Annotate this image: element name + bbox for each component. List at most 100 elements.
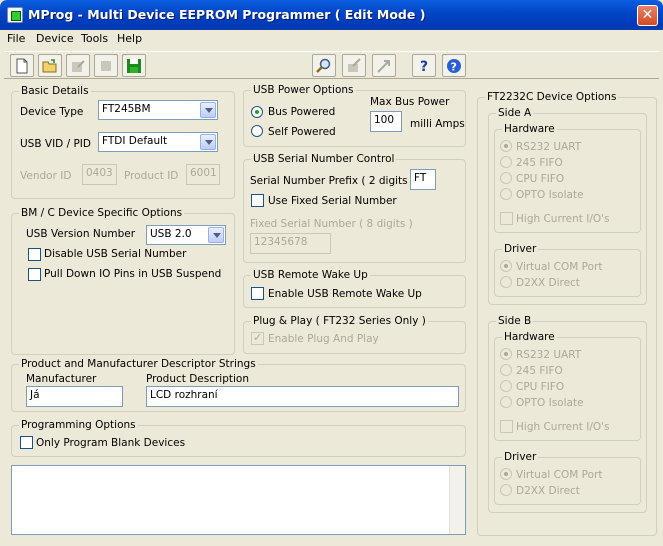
log-output[interactable]	[11, 465, 466, 535]
vidpid-select[interactable]: FTDI Default	[98, 132, 218, 152]
menu-help[interactable]: Help	[117, 32, 142, 45]
side-a-cpufifo-label: CPU FIFO	[516, 173, 565, 185]
max-power-label: Max Bus Power	[370, 96, 450, 108]
app-icon[interactable]	[7, 7, 23, 23]
plug-and-play-checkbox[interactable]	[251, 331, 264, 345]
side-b-vcp-radio[interactable]	[500, 468, 512, 480]
side-b-d2xx-label: D2XX Direct	[516, 485, 580, 497]
blank-only-label: Only Program Blank Devices	[36, 437, 186, 449]
vidpid-label: USB VID / PID	[20, 138, 91, 150]
search-icon[interactable]	[312, 54, 336, 77]
help-icon[interactable]: ?	[412, 54, 436, 77]
side-a-d2xx-label: D2XX Direct	[516, 277, 580, 289]
product-description-field[interactable]: LCD rozhraní	[146, 386, 459, 407]
milli-amps-label: milli Amps	[410, 118, 465, 130]
side-a-245fifo-label: 245 FIFO	[516, 157, 563, 169]
about-icon[interactable]: ?	[442, 54, 466, 77]
side-a-245fifo-radio[interactable]	[500, 156, 512, 168]
menu-bar: File Device Tools Help	[0, 30, 663, 47]
menu-tools[interactable]: Tools	[81, 32, 108, 45]
side-a-opto-label: OPTO Isolate	[516, 189, 584, 201]
product-id-label: Product ID	[124, 170, 179, 182]
close-button[interactable]: ✕	[637, 5, 658, 26]
side-b-cpufifo-label: CPU FIFO	[516, 381, 565, 393]
side-b-cpufifo-radio[interactable]	[500, 380, 512, 392]
side-b-driver-group: Driver	[494, 451, 641, 505]
open-folder-icon[interactable]	[38, 54, 62, 77]
group-caption: Side A	[496, 107, 534, 119]
flash-icon[interactable]	[372, 54, 396, 77]
chevron-down-icon[interactable]	[208, 227, 224, 243]
pull-down-checkbox[interactable]	[28, 268, 41, 281]
use-fixed-serial-label: Use Fixed Serial Number	[268, 195, 397, 207]
disable-serial-label: Disable USB Serial Number	[44, 248, 187, 260]
vendor-id-field[interactable]: 0403	[82, 164, 117, 185]
usb-version-value: USB 2.0	[150, 228, 192, 240]
product-description-label: Product Description	[146, 373, 250, 385]
chevron-down-icon[interactable]	[200, 134, 216, 150]
vidpid-value: FTDI Default	[102, 135, 168, 147]
max-power-field[interactable]: 100	[370, 111, 402, 132]
edit-icon[interactable]	[66, 54, 90, 77]
stop-icon[interactable]	[94, 54, 118, 77]
group-caption: BM / C Device Specific Options	[19, 207, 185, 219]
side-b-high-current-checkbox[interactable]	[500, 420, 513, 433]
fixed-serial-field[interactable]: 12345678	[250, 233, 331, 254]
group-caption: FT2232C Device Options	[485, 91, 619, 103]
group-caption: USB Serial Number Control	[251, 153, 397, 165]
side-a-d2xx-radio[interactable]	[500, 276, 512, 288]
side-a-cpufifo-radio[interactable]	[500, 172, 512, 184]
group-caption: Driver	[502, 451, 539, 463]
side-a-high-current-checkbox[interactable]	[500, 212, 513, 225]
self-powered-radio[interactable]	[251, 125, 263, 137]
side-b-rs232-radio[interactable]	[500, 348, 512, 360]
group-caption: Plug & Play ( FT232 Series Only )	[251, 315, 428, 327]
self-powered-label: Self Powered	[268, 126, 336, 138]
side-b-245fifo-radio[interactable]	[500, 364, 512, 376]
usb-version-select[interactable]: USB 2.0	[146, 225, 226, 245]
menu-file[interactable]: File	[7, 32, 25, 45]
side-b-opto-radio[interactable]	[500, 396, 512, 408]
bus-powered-radio[interactable]	[251, 106, 263, 118]
side-a-rs232-radio[interactable]	[500, 140, 512, 152]
side-b-d2xx-radio[interactable]	[500, 484, 512, 496]
device-type-select[interactable]: FT245BM	[98, 100, 218, 120]
disable-serial-checkbox[interactable]	[28, 248, 41, 261]
menu-device[interactable]: Device	[36, 32, 74, 45]
side-b-vcp-label: Virtual COM Port	[516, 469, 603, 481]
log-scrollbar[interactable]	[449, 466, 465, 534]
program-icon[interactable]	[342, 54, 366, 77]
window-title: MProg - Multi Device EEPROM Programmer (…	[28, 7, 426, 22]
serial-prefix-field[interactable]: FT	[410, 169, 436, 190]
remote-wake-label: Enable USB Remote Wake Up	[268, 288, 422, 300]
device-type-value: FT245BM	[102, 103, 151, 115]
blank-only-checkbox[interactable]	[20, 436, 33, 449]
manufacturer-label: Manufacturer	[26, 373, 97, 385]
bus-powered-label: Bus Powered	[268, 106, 336, 118]
group-caption: Product and Manufacturer Descriptor Stri…	[19, 358, 258, 370]
group-caption: Programming Options	[19, 419, 138, 431]
side-a-opto-radio[interactable]	[500, 188, 512, 200]
plug-and-play-label: Enable Plug And Play	[268, 333, 379, 345]
side-a-vcp-radio[interactable]	[500, 260, 512, 272]
svg-text:?: ?	[451, 61, 457, 74]
side-b-245fifo-label: 245 FIFO	[516, 365, 563, 377]
chevron-down-icon[interactable]	[200, 102, 216, 118]
side-b-opto-label: OPTO Isolate	[516, 397, 584, 409]
side-a-high-current-label: High Current I/O's	[516, 213, 610, 225]
vendor-id-label: Vendor ID	[20, 170, 72, 182]
group-caption: Hardware	[502, 331, 557, 343]
product-id-field[interactable]: 6001	[186, 164, 220, 185]
device-type-label: Device Type	[20, 106, 84, 118]
use-fixed-serial-checkbox[interactable]	[251, 194, 264, 207]
title-bar[interactable]: MProg - Multi Device EEPROM Programmer (…	[0, 0, 663, 30]
remote-wake-checkbox[interactable]	[251, 287, 264, 300]
manufacturer-field[interactable]: Já	[26, 386, 123, 407]
group-caption: USB Power Options	[251, 84, 356, 96]
fixed-serial-label: Fixed Serial Number ( 8 digits )	[250, 218, 413, 230]
side-a-driver-group: Driver	[494, 243, 641, 297]
toolbar: ? ?	[4, 51, 659, 79]
save-icon[interactable]	[122, 54, 146, 77]
new-file-icon[interactable]	[10, 54, 34, 77]
group-caption: Side B	[496, 315, 534, 327]
